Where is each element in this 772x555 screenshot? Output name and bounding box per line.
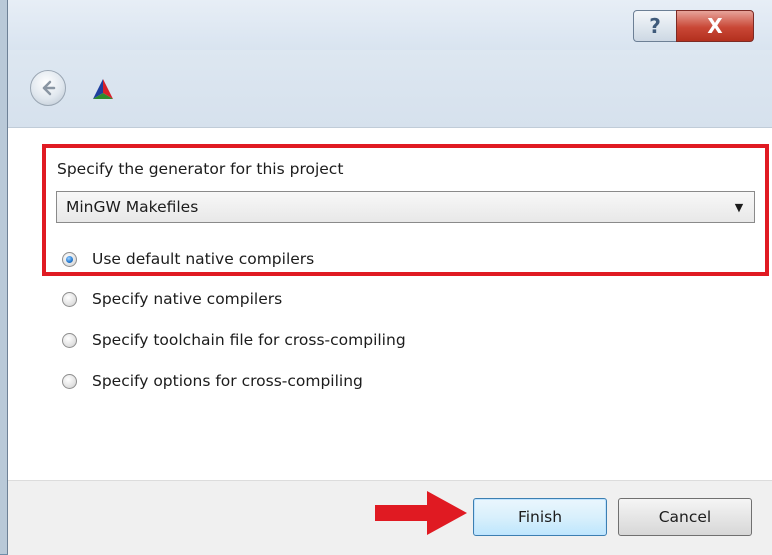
radio-icon[interactable] (62, 373, 77, 389)
cmake-generator-dialog: ? X (7, 0, 772, 555)
help-icon: ? (649, 14, 661, 38)
close-button[interactable]: X (676, 10, 754, 42)
option-label: Specify toolchain file for cross-compili… (92, 331, 406, 349)
cmake-logo-icon (93, 79, 113, 99)
option-label: Specify native compilers (92, 290, 283, 308)
help-button[interactable]: ? (633, 10, 677, 42)
highlight-annotation (42, 144, 769, 276)
back-arrow-icon (42, 80, 56, 96)
radio-icon[interactable] (62, 291, 77, 307)
back-button[interactable] (30, 70, 66, 106)
title-bar: ? X (8, 0, 772, 50)
cancel-button[interactable]: Cancel (618, 498, 752, 536)
wizard-header (8, 50, 772, 127)
option-label: Specify options for cross-compiling (92, 372, 363, 390)
red-arrow-icon (375, 491, 467, 535)
option-cross-compiling[interactable]: Specify options for cross-compiling (62, 372, 363, 390)
radio-icon[interactable] (62, 332, 77, 348)
option-native-compilers[interactable]: Specify native compilers (62, 290, 282, 308)
option-toolchain-file[interactable]: Specify toolchain file for cross-compili… (62, 331, 406, 349)
close-icon: X (707, 14, 723, 38)
finish-button[interactable]: Finish (473, 498, 607, 536)
